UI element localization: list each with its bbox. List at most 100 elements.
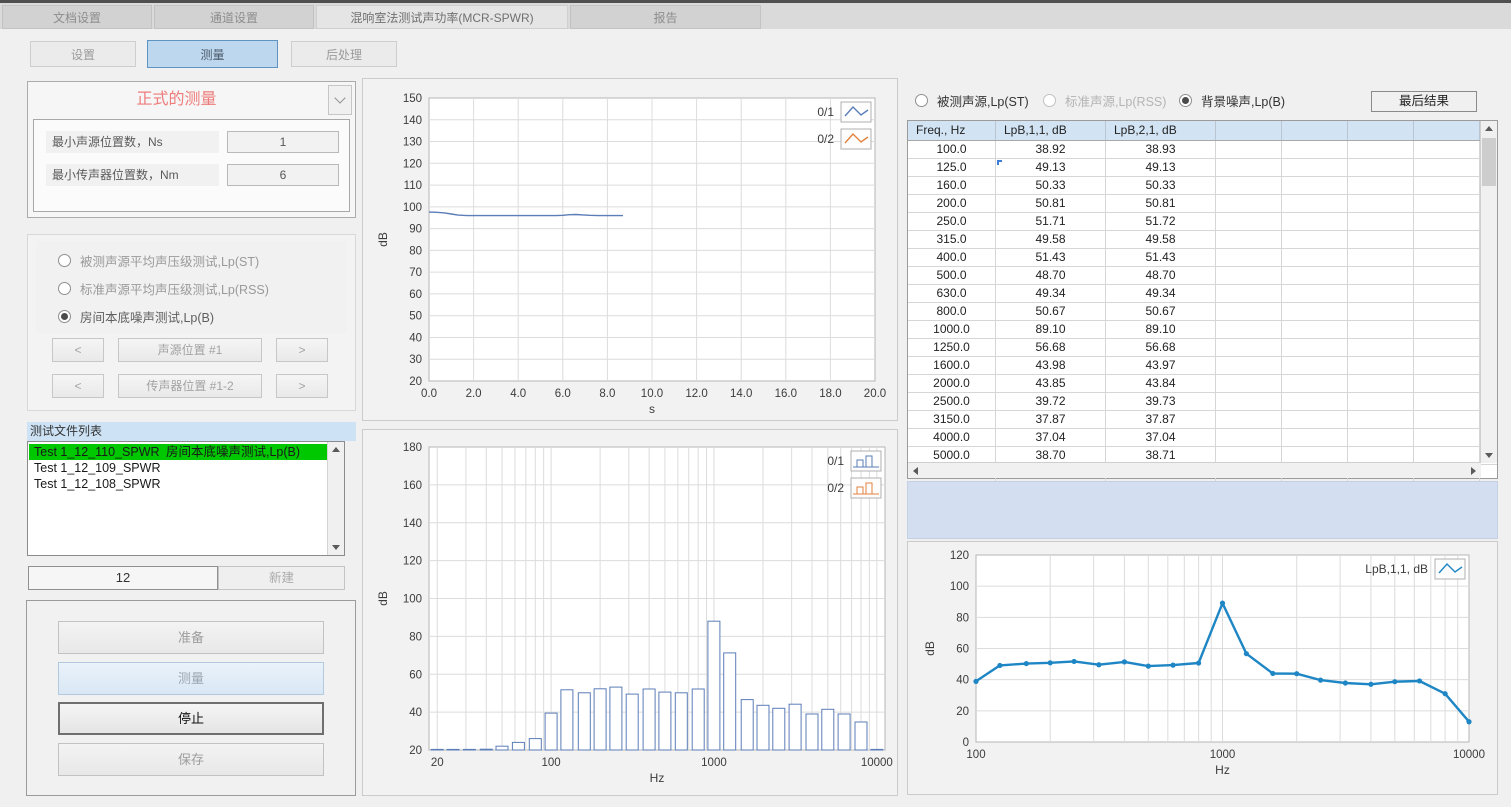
table-row[interactable]: 125.049.1349.13: [908, 159, 1497, 177]
test-file-list[interactable]: Test 1_12_110_SPWR房间本底噪声测试,Lp(B)Test 1_1…: [27, 441, 345, 556]
table-cell[interactable]: 37.87: [1106, 411, 1216, 428]
table-cell[interactable]: [1216, 231, 1282, 248]
table-cell[interactable]: [1282, 303, 1348, 320]
table-cell[interactable]: [1216, 159, 1282, 176]
table-cell[interactable]: [1282, 213, 1348, 230]
table-cell[interactable]: 1600.0: [908, 357, 996, 374]
measurement-mode-dropdown-button[interactable]: [328, 85, 352, 115]
table-cell[interactable]: 43.97: [1106, 357, 1216, 374]
table-row[interactable]: 250.051.7151.72: [908, 213, 1497, 231]
table-cell[interactable]: [1348, 267, 1414, 284]
table-cell[interactable]: 50.33: [1106, 177, 1216, 194]
scroll-down-button[interactable]: [1481, 448, 1497, 463]
table-cell[interactable]: [1216, 267, 1282, 284]
table-cell[interactable]: [1216, 357, 1282, 374]
scroll-down-button[interactable]: [328, 540, 344, 555]
scroll-left-button[interactable]: [908, 463, 923, 478]
table-cell[interactable]: 49.13: [1106, 159, 1216, 176]
table-cell[interactable]: [1216, 141, 1282, 158]
table-cell[interactable]: 38.92: [996, 141, 1106, 158]
table-cell[interactable]: [1216, 321, 1282, 338]
radio-result-lp-st[interactable]: 被测声源,Lp(ST): [915, 91, 1029, 110]
table-row[interactable]: 1000.089.1089.10: [908, 321, 1497, 339]
table-cell[interactable]: 125.0: [908, 159, 996, 176]
table-cell[interactable]: [1282, 267, 1348, 284]
table-cell[interactable]: 51.43: [996, 249, 1106, 266]
table-cell[interactable]: 51.43: [1106, 249, 1216, 266]
radio-lp-rss-test[interactable]: 标准声源平均声压级测试,Lp(RSS): [58, 279, 269, 298]
table-vertical-scrollbar[interactable]: [1480, 121, 1497, 463]
table-cell[interactable]: [1282, 249, 1348, 266]
table-cell[interactable]: 49.34: [1106, 285, 1216, 302]
table-cell[interactable]: [1414, 177, 1480, 194]
table-cell[interactable]: 43.98: [996, 357, 1106, 374]
table-cell[interactable]: [1282, 195, 1348, 212]
table-cell[interactable]: [1282, 357, 1348, 374]
save-button[interactable]: 保存: [58, 743, 324, 776]
table-cell[interactable]: [1414, 285, 1480, 302]
table-cell[interactable]: 2500.0: [908, 393, 996, 410]
table-row[interactable]: 2500.039.7239.73: [908, 393, 1497, 411]
table-horizontal-scrollbar[interactable]: [908, 462, 1481, 478]
table-cell[interactable]: [1348, 303, 1414, 320]
table-row[interactable]: 100.038.9238.93: [908, 141, 1497, 159]
scroll-up-button[interactable]: [328, 442, 344, 457]
table-cell[interactable]: [1414, 429, 1480, 446]
table-cell[interactable]: 250.0: [908, 213, 996, 230]
scroll-up-button[interactable]: [1481, 121, 1497, 136]
table-cell[interactable]: 51.72: [1106, 213, 1216, 230]
table-cell[interactable]: [1414, 195, 1480, 212]
table-cell[interactable]: 37.04: [996, 429, 1106, 446]
stop-button[interactable]: 停止: [58, 702, 324, 735]
table-cell[interactable]: [1414, 213, 1480, 230]
table-cell[interactable]: 800.0: [908, 303, 996, 320]
file-list-item[interactable]: Test 1_12_108_SPWR: [29, 476, 327, 492]
table-row[interactable]: 200.050.8150.81: [908, 195, 1497, 213]
tab-mcr-spwr[interactable]: 混响室法测试声功率(MCR-SPWR): [316, 5, 568, 29]
radio-lp-st-test[interactable]: 被测声源平均声压级测试,Lp(ST): [58, 251, 259, 270]
table-cell[interactable]: [1216, 249, 1282, 266]
table-cell[interactable]: [1216, 429, 1282, 446]
min-mic-positions-field[interactable]: 6: [227, 164, 339, 186]
table-row[interactable]: 160.050.3350.33: [908, 177, 1497, 195]
table-row[interactable]: 400.051.4351.43: [908, 249, 1497, 267]
source-position-next-button[interactable]: >: [276, 338, 328, 362]
table-cell[interactable]: [1282, 393, 1348, 410]
table-cell[interactable]: 500.0: [908, 267, 996, 284]
table-row[interactable]: 3150.037.8737.87: [908, 411, 1497, 429]
table-cell[interactable]: 39.73: [1106, 393, 1216, 410]
table-cell[interactable]: 160.0: [908, 177, 996, 194]
table-cell[interactable]: [1216, 303, 1282, 320]
table-cell[interactable]: [1414, 411, 1480, 428]
table-cell[interactable]: 39.72: [996, 393, 1106, 410]
table-cell[interactable]: [1282, 339, 1348, 356]
measure-button[interactable]: 测量: [58, 662, 324, 695]
table-cell[interactable]: [1216, 339, 1282, 356]
mic-position-button[interactable]: 传声器位置 #1-2: [118, 374, 262, 398]
file-list-scrollbar[interactable]: [327, 442, 344, 555]
table-cell[interactable]: [1216, 393, 1282, 410]
table-cell[interactable]: [1216, 195, 1282, 212]
table-cell[interactable]: 49.13: [996, 159, 1106, 176]
table-cell[interactable]: 56.68: [1106, 339, 1216, 356]
table-cell[interactable]: 3150.0: [908, 411, 996, 428]
table-cell[interactable]: [1282, 321, 1348, 338]
table-cell[interactable]: 38.93: [1106, 141, 1216, 158]
table-cell[interactable]: 56.68: [996, 339, 1106, 356]
source-position-prev-button[interactable]: <: [52, 338, 104, 362]
table-cell[interactable]: [1414, 357, 1480, 374]
table-cell[interactable]: 48.70: [1106, 267, 1216, 284]
table-cell[interactable]: [1348, 249, 1414, 266]
file-list-item[interactable]: Test 1_12_109_SPWR: [29, 460, 327, 476]
table-row[interactable]: 500.048.7048.70: [908, 267, 1497, 285]
table-cell[interactable]: [1216, 285, 1282, 302]
tab-report[interactable]: 报告: [570, 5, 761, 29]
table-cell[interactable]: 49.58: [1106, 231, 1216, 248]
table-cell[interactable]: [1348, 159, 1414, 176]
tab-channel-settings[interactable]: 通道设置: [154, 5, 314, 29]
table-cell[interactable]: [1348, 429, 1414, 446]
table-cell[interactable]: [1414, 393, 1480, 410]
tab-measure[interactable]: 测量: [147, 40, 278, 68]
table-cell[interactable]: 89.10: [1106, 321, 1216, 338]
table-cell[interactable]: 1000.0: [908, 321, 996, 338]
